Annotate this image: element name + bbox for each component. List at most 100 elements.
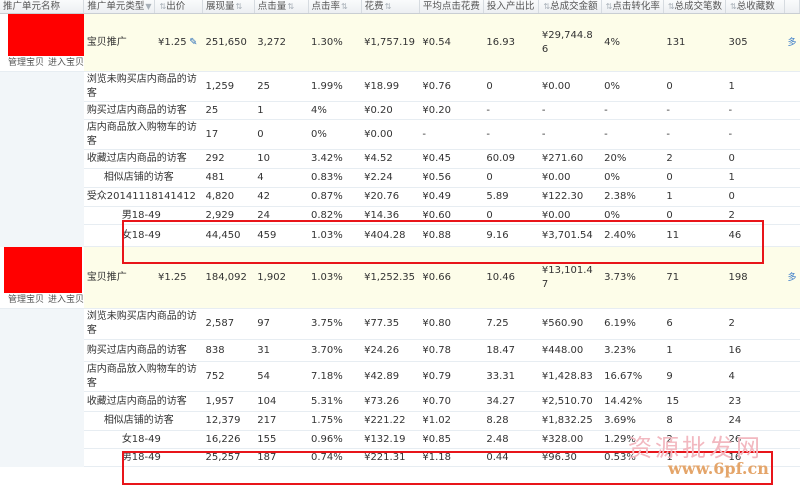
audience-row: 浏览未购买店内商品的访客 1,259 25 1.99% ¥18.99 ¥0.76… [0, 71, 800, 102]
cpc: ¥0.78 [419, 339, 484, 362]
ctr: 0.87% [308, 187, 362, 207]
clicks: 10 [254, 149, 309, 169]
ctr: 1.30% [308, 13, 362, 72]
clicks: 104 [254, 391, 309, 412]
gmv: ¥448.00 [538, 339, 602, 362]
impressions: 481 [202, 168, 255, 188]
pencil-icon[interactable]: ✎ [189, 36, 197, 50]
col-header[interactable]: 点击率⇅ [308, 0, 362, 14]
col-header[interactable]: ⇅总成交笔数 [663, 0, 727, 14]
col-header[interactable]: 花费⇅ [361, 0, 420, 14]
roi: 7.25 [483, 308, 539, 340]
cpc: ¥0.88 [419, 224, 484, 247]
product-image[interactable] [8, 14, 84, 56]
gmv: ¥0.00 [538, 168, 602, 188]
enter-item-link[interactable]: 进入宝贝 [48, 58, 84, 68]
audience-name: 店内商品放入购物车的访客 [83, 361, 203, 392]
gmv: ¥0.00 [538, 71, 602, 102]
impressions: 2,929 [202, 206, 255, 225]
favorites: 2 [725, 308, 785, 340]
col-header[interactable]: 平均点击花费 [419, 0, 484, 14]
ctr: 1.99% [308, 71, 362, 102]
unit-row: 管理宝贝 进入宝贝 宝贝推广 ¥1.25 184,092 1,902 1.03% … [0, 246, 800, 309]
ctr: 1.03% [308, 246, 362, 309]
gmv: ¥96.30 [538, 448, 602, 467]
cpc: ¥0.49 [419, 187, 484, 207]
col-header[interactable]: ⇅总成交金额 [538, 0, 602, 14]
clicks: 31 [254, 339, 309, 362]
manage-item-link[interactable]: 管理宝贝 [8, 58, 44, 68]
gmv: ¥3,701.54 [538, 224, 602, 247]
audience-name: 男18-49 [83, 448, 203, 467]
col-header[interactable]: 推广单元类型▼ [83, 0, 156, 14]
sort-icon[interactable]: ⇅ [385, 2, 392, 11]
roi: 18.47 [483, 339, 539, 362]
ctr: 0.96% [308, 430, 362, 449]
cvr: 2.40% [601, 224, 664, 247]
roi: - [483, 101, 539, 120]
sort-icon[interactable]: ⇅ [730, 2, 737, 11]
col-header[interactable]: 推广单元名称 [0, 0, 85, 14]
cvr: - [601, 101, 664, 120]
ctr: 1.03% [308, 224, 362, 247]
ctr: 3.42% [308, 149, 362, 169]
cost: ¥18.99 [361, 71, 420, 102]
sort-icon[interactable]: ⇅ [236, 2, 243, 11]
clicks: 1,902 [254, 246, 309, 309]
audience-name: 受众20141118141412 [83, 187, 203, 207]
more-link[interactable]: 多 [784, 13, 800, 72]
sort-icon[interactable]: ⇅ [668, 2, 675, 11]
audience-name: 浏览未购买店内商品的访客 [83, 71, 203, 102]
orders: 1 [663, 339, 726, 362]
impressions: 251,650 [202, 13, 255, 72]
manage-item-link[interactable]: 管理宝贝 [8, 295, 44, 305]
col-header[interactable]: 投入产出比 [483, 0, 540, 14]
orders: 9 [663, 361, 726, 392]
col-header[interactable]: ⇅点击转化率 [601, 0, 664, 14]
audience-name: 女18-49 [83, 224, 203, 247]
cost: ¥1,252.35 [361, 246, 420, 309]
cvr: - [601, 119, 664, 150]
cost: ¥1,757.19 [361, 13, 420, 72]
roi: 0 [483, 206, 539, 225]
bid-cell[interactable]: ¥1.25 [154, 246, 203, 309]
cpc: ¥0.54 [419, 13, 484, 72]
col-header[interactable]: 展现量⇅ [202, 0, 255, 14]
orders: - [663, 119, 726, 150]
clicks: 155 [254, 430, 309, 449]
cost: ¥2.24 [361, 168, 420, 188]
cpc: ¥0.20 [419, 101, 484, 120]
cvr: 16.67% [601, 361, 664, 392]
ctr: 0.82% [308, 206, 362, 225]
table-header: 推广单元名称 推广单元类型▼ ⇅出价 展现量⇅ 点击量⇅ 点击率⇅ 花费⇅ 平均… [0, 0, 800, 14]
bid-cell[interactable]: ¥1.25 ✎ [154, 13, 203, 72]
impressions: 1,259 [202, 71, 255, 102]
col-header[interactable]: ⇅出价 [154, 0, 204, 14]
impressions: 2,587 [202, 308, 255, 340]
ctr: 3.70% [308, 339, 362, 362]
table-body: 管理宝贝 进入宝贝 宝贝推广 ¥1.25 ✎ 251,650 3,272 1.30%… [0, 13, 800, 467]
sort-desc-icon[interactable]: ▼ [145, 2, 151, 11]
sort-icon[interactable]: ⇅ [341, 2, 348, 11]
product-image[interactable] [4, 246, 82, 293]
sort-icon[interactable]: ⇅ [287, 2, 294, 11]
col-header[interactable]: ⇅总收藏数 [725, 0, 785, 14]
roi: 34.27 [483, 391, 539, 412]
favorites: 23 [725, 391, 785, 412]
gmv: ¥560.90 [538, 308, 602, 340]
enter-item-link[interactable]: 进入宝贝 [48, 295, 84, 305]
audience-name: 购买过店内商品的访客 [83, 101, 203, 120]
watermark-text: 资源批发网 [628, 434, 763, 462]
unit-type: 宝贝推广 [83, 13, 155, 72]
bid-value: ¥1.25 [157, 36, 187, 48]
impressions: 184,092 [202, 246, 255, 309]
more-link[interactable]: 多 [784, 246, 800, 309]
impressions: 25 [202, 101, 255, 120]
roi: 16.93 [483, 13, 539, 72]
clicks: 1 [254, 101, 309, 120]
audience-row: 相似店铺的访客 481 4 0.83% ¥2.24 ¥0.56 0 ¥0.00 … [0, 168, 800, 188]
impressions: 292 [202, 149, 255, 169]
cpc: ¥0.45 [419, 149, 484, 169]
gmv: - [538, 119, 602, 150]
col-header[interactable]: 点击量⇅ [254, 0, 309, 14]
